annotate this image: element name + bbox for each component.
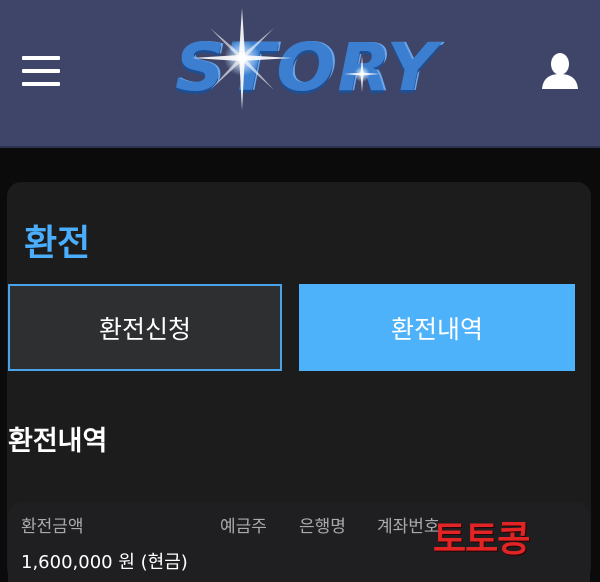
- hamburger-menu-icon[interactable]: [22, 54, 60, 88]
- column-header-bank: 은행명: [299, 517, 346, 537]
- tab-exchange-history[interactable]: 환전내역: [299, 284, 575, 371]
- user-icon[interactable]: [540, 52, 580, 90]
- story-logo[interactable]: STORY: [170, 0, 440, 120]
- page-title: 환전: [24, 223, 91, 264]
- sparkle-icon: [192, 8, 380, 110]
- watermark: 토토콩: [433, 519, 530, 560]
- column-header-amount: 환전금액: [21, 517, 84, 537]
- column-header-holder: 예금주: [220, 517, 267, 537]
- tab-exchange-apply[interactable]: 환전신청: [8, 284, 282, 371]
- column-header-account: 계좌번호: [377, 517, 440, 537]
- table-row-amount: 1,600,000 원 (현금): [21, 552, 188, 573]
- history-section-title: 환전내역: [8, 426, 108, 457]
- top-header: STORY: [0, 0, 600, 148]
